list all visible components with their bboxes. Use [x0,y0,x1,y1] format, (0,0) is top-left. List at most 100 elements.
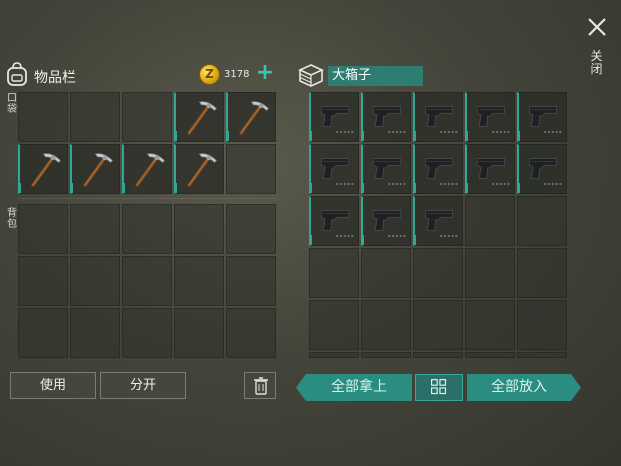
pistol-icon [476,158,510,186]
close-label[interactable]: 关闭 [590,50,603,76]
container-slot[interactable] [413,92,463,142]
durability-bar [413,131,416,141]
durability-bar [309,131,312,141]
pistol-icon [424,210,458,238]
durability-bar [309,235,312,245]
add-currency-button[interactable]: + [255,62,275,85]
container-slot[interactable] [361,144,411,194]
backpack-icon [7,62,27,86]
backpack-slot[interactable] [18,256,68,306]
container-slot[interactable] [517,300,567,350]
pocket-slot[interactable] [70,144,120,194]
durability-bar [174,131,177,141]
container-slot[interactable] [309,352,359,358]
backpack-slot[interactable] [226,204,276,254]
pocket-slot[interactable] [226,144,276,194]
container-slot[interactable] [465,144,515,194]
container-slot[interactable] [517,248,567,298]
sort-button[interactable] [415,374,463,401]
pocket-slot[interactable] [174,92,224,142]
container-slot[interactable] [309,248,359,298]
container-slot[interactable] [413,144,463,194]
durability-bar [465,183,468,193]
backpack-slot[interactable] [70,256,120,306]
durability-bar [361,131,364,141]
container-slot[interactable] [413,300,463,350]
container-slot[interactable] [361,248,411,298]
chest-icon [298,64,324,87]
backpack-slot[interactable] [18,308,68,358]
backpack-slot[interactable] [174,204,224,254]
pistol-icon [320,210,354,238]
pocket-slot[interactable] [122,92,172,142]
trash-icon [254,377,268,395]
split-button[interactable]: 分开 [100,372,186,399]
backpack-slot[interactable] [174,308,224,358]
durability-bar [174,183,177,193]
pocket-label: 口袋 [7,93,17,115]
backpack-slot[interactable] [226,308,276,358]
pistol-icon [476,106,510,134]
close-icon[interactable] [585,15,609,39]
container-slot[interactable] [309,300,359,350]
pocket-slot[interactable] [70,92,120,142]
grid-sort-icon [430,379,447,395]
inventory-title: 物品栏 [34,70,76,86]
container-slot[interactable] [309,196,359,246]
pickaxe-icon [187,153,217,187]
container-slot[interactable] [465,196,515,246]
container-slot[interactable] [413,196,463,246]
pistol-icon [528,158,562,186]
backpack-slot[interactable] [122,308,172,358]
container-slot[interactable] [361,92,411,142]
backpack-slot[interactable] [70,308,120,358]
pocket-slot[interactable] [18,92,68,142]
pocket-slot[interactable] [18,144,68,194]
container-slot[interactable] [309,144,359,194]
pistol-icon [320,158,354,186]
put-all-button[interactable]: 全部放入 [467,374,571,401]
durability-bar [18,183,21,193]
container-slot[interactable] [361,196,411,246]
take-all-button[interactable]: 全部拿上 [306,374,412,401]
backpack-slot[interactable] [18,204,68,254]
container-slot[interactable] [413,352,463,358]
durability-bar [70,183,73,193]
durability-bar [122,183,125,193]
backpack-slot[interactable] [122,256,172,306]
container-slot[interactable] [361,352,411,358]
pistol-icon [372,158,406,186]
container-slot[interactable] [517,352,567,358]
backpack-slot[interactable] [122,204,172,254]
backpack-slot[interactable] [174,256,224,306]
currency-amount: 3178 [224,69,250,80]
container-slot[interactable] [517,196,567,246]
backpack-slot[interactable] [70,204,120,254]
container-slot[interactable] [309,92,359,142]
pocket-slot[interactable] [122,144,172,194]
container-slot[interactable] [465,92,515,142]
container-slot[interactable] [465,300,515,350]
pickaxe-icon [83,153,113,187]
durability-bar [226,131,229,141]
durability-bar [361,183,364,193]
durability-bar [413,183,416,193]
pocket-slot[interactable] [226,92,276,142]
durability-bar [361,235,364,245]
trash-button[interactable] [244,372,276,399]
container-slot[interactable] [465,352,515,358]
pocket-slot[interactable] [174,144,224,194]
container-slot[interactable] [361,300,411,350]
durability-bar [517,183,520,193]
container-slot[interactable] [517,92,567,142]
container-slot[interactable] [465,248,515,298]
backpack-slot[interactable] [226,256,276,306]
container-slot[interactable] [413,248,463,298]
pickaxe-icon [239,101,269,135]
use-button[interactable]: 使用 [10,372,96,399]
durability-bar [465,131,468,141]
pickaxe-icon [135,153,165,187]
durability-bar [413,235,416,245]
backpack-label: 背包 [7,208,17,230]
container-slot[interactable] [517,144,567,194]
